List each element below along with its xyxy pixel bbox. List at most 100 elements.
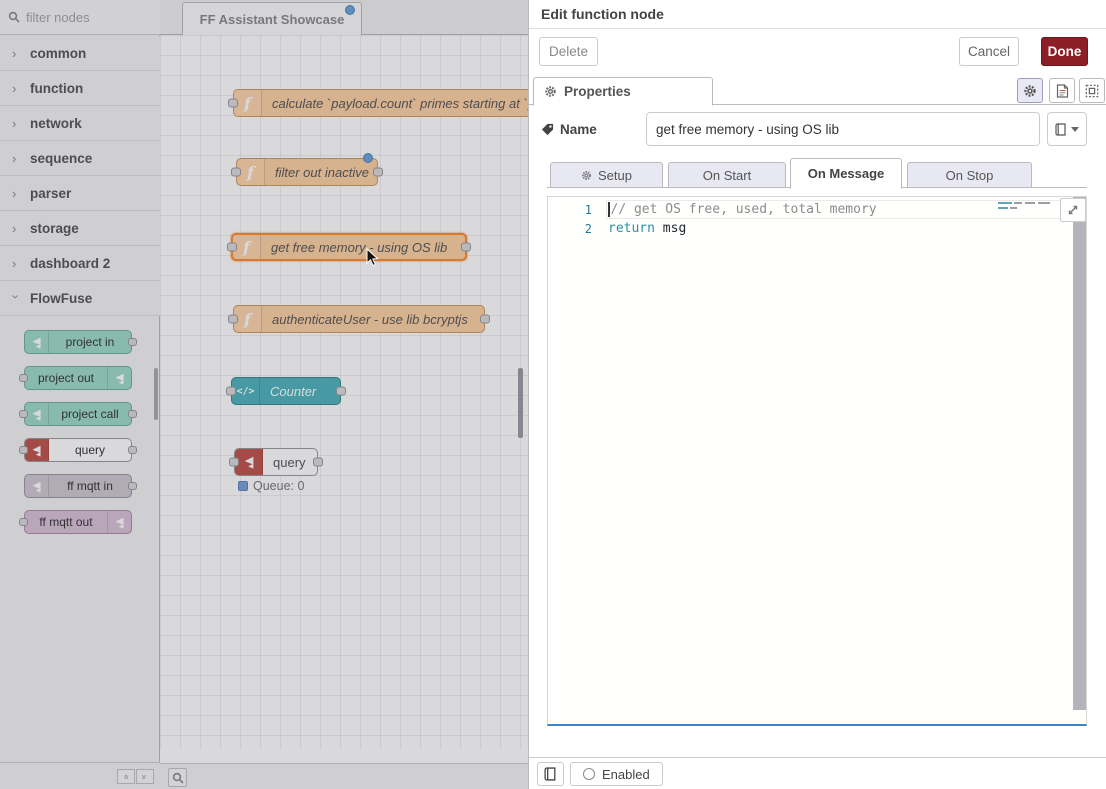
node-query[interactable]: query bbox=[234, 448, 318, 476]
zoom-search-button[interactable] bbox=[168, 768, 187, 787]
collapse-all-button[interactable]: » bbox=[117, 769, 135, 784]
palette-category-flowfuse[interactable]: ›FlowFuse bbox=[0, 281, 160, 316]
tab-on-message[interactable]: On Message bbox=[790, 158, 902, 189]
book-icon bbox=[1055, 123, 1067, 136]
palette-category-sequence[interactable]: ›sequence bbox=[0, 141, 160, 176]
node-filter-out-inactive[interactable]: f filter out inactive bbox=[236, 158, 378, 186]
palette-search[interactable] bbox=[0, 0, 160, 35]
book-icon bbox=[544, 767, 557, 781]
input-port[interactable] bbox=[231, 168, 241, 177]
dialog-title: Edit function node bbox=[541, 6, 664, 22]
function-icon: f bbox=[234, 306, 262, 332]
gear-icon bbox=[581, 170, 592, 181]
vertical-scrollbar[interactable] bbox=[518, 368, 523, 438]
enabled-toggle-button[interactable]: Enabled bbox=[570, 762, 663, 786]
appearance-button[interactable] bbox=[1079, 78, 1105, 103]
palette-sidebar: ›common ›function ›network ›sequence ›pa… bbox=[0, 0, 160, 789]
palette-node-ff-mqtt-in[interactable]: ff mqtt in bbox=[24, 474, 132, 498]
flowfuse-icon bbox=[107, 511, 131, 533]
edit-tray: Edit function node Delete Cancel Done Pr… bbox=[528, 0, 1106, 789]
palette-node-project-in[interactable]: project in bbox=[24, 330, 132, 354]
name-row: Name bbox=[529, 112, 1106, 146]
input-port[interactable] bbox=[19, 374, 28, 382]
expand-icon bbox=[1067, 204, 1079, 216]
chevron-right-icon: › bbox=[12, 151, 20, 166]
status-dot bbox=[238, 481, 248, 491]
changed-dot bbox=[363, 153, 373, 163]
palette-node-query[interactable]: query bbox=[24, 438, 132, 462]
tray-header: Edit function node bbox=[529, 0, 1106, 29]
palette-footer: » » bbox=[0, 762, 160, 789]
palette-category-function[interactable]: ›function bbox=[0, 71, 160, 106]
tray-toolbar: Delete Cancel Done bbox=[529, 29, 1106, 76]
flowfuse-icon bbox=[25, 439, 49, 461]
input-port[interactable] bbox=[19, 410, 28, 418]
output-port[interactable] bbox=[128, 446, 137, 454]
delete-button[interactable]: Delete bbox=[539, 37, 598, 66]
node-counter[interactable]: </> Counter bbox=[231, 377, 341, 405]
flow-canvas[interactable]: f calculate `payload.count` primes start… bbox=[160, 35, 528, 749]
tab-setup[interactable]: Setup bbox=[550, 162, 663, 188]
palette-node-project-call[interactable]: project call bbox=[24, 402, 132, 426]
input-port[interactable] bbox=[228, 315, 238, 324]
palette-category-parser[interactable]: ›parser bbox=[0, 176, 160, 211]
chevron-right-icon: › bbox=[12, 256, 20, 271]
flowfuse-icon bbox=[25, 331, 49, 353]
function-icon: f bbox=[237, 159, 265, 185]
output-port[interactable] bbox=[461, 243, 471, 252]
document-icon bbox=[1056, 84, 1069, 98]
palette-category-common[interactable]: ›common bbox=[0, 36, 160, 71]
name-input[interactable] bbox=[646, 112, 1040, 146]
search-icon bbox=[8, 11, 20, 23]
edit-properties-button[interactable] bbox=[1017, 78, 1043, 103]
node-authenticate-user[interactable]: f authenticateUser - use lib bcryptjs bbox=[233, 305, 485, 333]
library-dropdown-button[interactable] bbox=[1047, 112, 1087, 146]
gear-icon bbox=[544, 85, 557, 98]
description-button[interactable] bbox=[1049, 78, 1075, 103]
tab-on-start[interactable]: On Start bbox=[668, 162, 786, 188]
enabled-state-icon bbox=[583, 768, 595, 780]
chevron-right-icon: › bbox=[12, 46, 20, 61]
input-port[interactable] bbox=[227, 243, 237, 252]
input-port[interactable] bbox=[229, 458, 239, 467]
input-port[interactable] bbox=[228, 99, 238, 108]
output-port[interactable] bbox=[128, 482, 137, 490]
output-port[interactable] bbox=[313, 458, 323, 467]
palette-category-storage[interactable]: ›storage bbox=[0, 211, 160, 246]
function-tabs: Setup On Start On Message On Stop bbox=[547, 158, 1087, 188]
palette-filter-input[interactable] bbox=[26, 10, 146, 25]
mouse-cursor bbox=[366, 248, 380, 268]
flowfuse-icon bbox=[235, 449, 263, 475]
input-port[interactable] bbox=[19, 446, 28, 454]
cancel-button[interactable]: Cancel bbox=[959, 37, 1019, 66]
chevron-right-icon: › bbox=[12, 81, 20, 96]
tab-on-stop[interactable]: On Stop bbox=[907, 162, 1032, 188]
tab-properties[interactable]: Properties bbox=[533, 77, 713, 106]
flow-tab[interactable]: FF Assistant Showcase bbox=[182, 2, 362, 35]
library-button[interactable] bbox=[537, 762, 564, 786]
palette-node-project-out[interactable]: project out bbox=[24, 366, 132, 390]
output-port[interactable] bbox=[373, 168, 383, 177]
editor-scrollbar[interactable] bbox=[1073, 197, 1086, 710]
output-port[interactable] bbox=[128, 338, 137, 346]
node-calculate-primes[interactable]: f calculate `payload.count` primes start… bbox=[233, 89, 528, 117]
workspace: FF Assistant Showcase f calculate `paylo… bbox=[160, 0, 528, 789]
palette-category-dashboard2[interactable]: ›dashboard 2 bbox=[0, 246, 160, 281]
input-port[interactable] bbox=[19, 518, 28, 526]
palette-node-ff-mqtt-out[interactable]: ff mqtt out bbox=[24, 510, 132, 534]
expand-all-button[interactable]: » bbox=[136, 769, 154, 784]
output-port[interactable] bbox=[480, 315, 490, 324]
code-editor[interactable]: 1 // get OS free, used, total memory 2 r… bbox=[547, 196, 1087, 726]
expand-editor-button[interactable] bbox=[1060, 198, 1086, 222]
input-port[interactable] bbox=[226, 387, 236, 396]
minimap bbox=[996, 200, 1056, 214]
output-port[interactable] bbox=[336, 387, 346, 396]
output-port[interactable] bbox=[128, 410, 137, 418]
search-icon bbox=[172, 772, 184, 784]
palette-category-network[interactable]: ›network bbox=[0, 106, 160, 141]
tray-footer: Enabled bbox=[529, 757, 1106, 789]
palette-scrollbar[interactable] bbox=[154, 368, 158, 420]
done-button[interactable]: Done bbox=[1041, 37, 1088, 66]
node-query-status: Queue: 0 bbox=[238, 479, 304, 493]
node-get-free-memory[interactable]: f get free memory - using OS lib bbox=[231, 233, 467, 261]
